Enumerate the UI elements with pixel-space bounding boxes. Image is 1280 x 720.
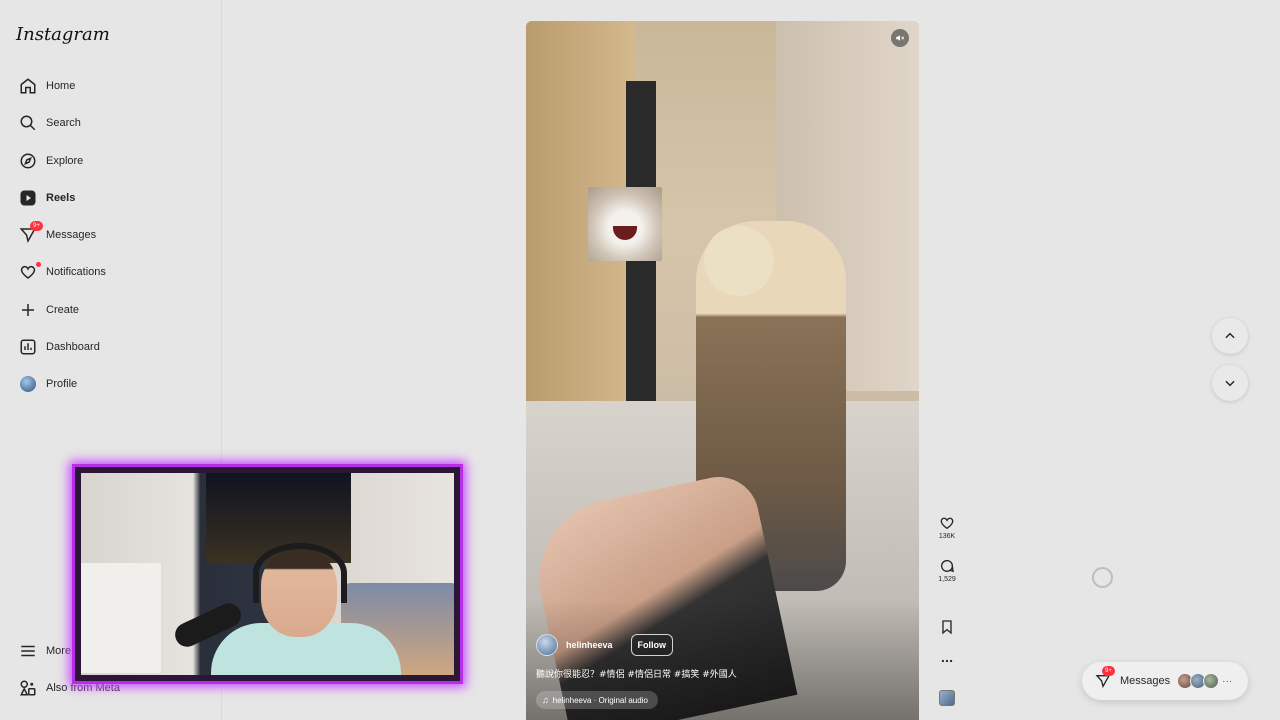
home-icon (12, 70, 44, 102)
comment-action[interactable]: 1,529 (932, 558, 962, 583)
messages-more: ··· (1222, 675, 1233, 687)
sidebar-item-search[interactable]: Search (8, 107, 214, 139)
sidebar-item-create[interactable]: Create (8, 294, 214, 326)
sidebar-item-label: Home (46, 80, 76, 92)
sidebar-item-notifications[interactable]: Notifications (8, 256, 214, 288)
plus-icon (12, 294, 44, 326)
messages-pill[interactable]: 9+ Messages ··· (1082, 662, 1248, 700)
comment-icon (941, 560, 954, 573)
sidebar-item-label: Explore (46, 155, 84, 167)
heart-icon (940, 517, 954, 530)
instagram-logo[interactable]: Instagram (16, 24, 110, 45)
audio-label: helinheeva · Original audio (552, 695, 648, 705)
sidebar-item-label: Dashboard (46, 341, 100, 353)
reel-caption[interactable]: 聽說你很能忍？#情侶 #情侶日常 #搞笑 #外國人 (536, 667, 737, 680)
bookmark-icon (942, 620, 952, 635)
search-icon (12, 107, 44, 139)
reels-icon (12, 182, 44, 214)
heart-icon (12, 256, 44, 288)
save-action[interactable] (932, 619, 962, 635)
sidebar-item-dashboard[interactable]: Dashboard (8, 331, 214, 363)
comment-count: 1,529 (938, 576, 956, 583)
more-options-button[interactable] (932, 654, 962, 668)
chevron-up-icon (1225, 332, 1235, 339)
video-person-hair (704, 226, 774, 296)
sidebar-item-label: More (46, 645, 72, 657)
sidebar-item-reels[interactable]: Reels (8, 182, 214, 214)
cat-sticker (588, 187, 662, 261)
messages-badge: 9+ (30, 221, 43, 231)
compass-icon (12, 145, 44, 177)
sidebar-item-label: Create (46, 304, 80, 316)
headphones (253, 543, 347, 603)
sidebar-item-home[interactable]: Home (8, 70, 214, 102)
webcam-dresser (81, 563, 161, 673)
chevron-down-icon (1225, 380, 1235, 387)
meta-apps-icon (12, 672, 44, 704)
follow-button[interactable]: Follow (630, 634, 674, 656)
music-note-icon: ♫ (542, 695, 549, 705)
ellipsis-icon (941, 659, 953, 663)
sidebar-item-explore[interactable]: Explore (8, 145, 214, 177)
next-reel-button[interactable] (1212, 365, 1248, 401)
mute-button[interactable] (891, 29, 909, 47)
sidebar-item-label: Reels (46, 192, 76, 204)
dashboard-icon (12, 331, 44, 363)
avatar (12, 368, 44, 400)
author-avatar[interactable] (536, 634, 558, 656)
sidebar-item-label: Profile (46, 378, 78, 390)
like-action[interactable]: 136K (932, 515, 962, 540)
reel-video[interactable]: helinheeva Follow 聽說你很能忍？#情侶 #情侶日常 #搞笑 #… (526, 21, 919, 720)
reel-audio[interactable]: ♫ helinheeva · Original audio (536, 691, 658, 709)
notification-dot (36, 262, 41, 267)
webcam-feed (81, 473, 454, 675)
sidebar-item-label: Search (46, 117, 81, 129)
messages-avatars (1177, 673, 1220, 689)
messenger-icon: 9+ (1094, 666, 1115, 690)
sidebar-item-label: Messages (46, 229, 97, 241)
menu-icon (12, 635, 44, 667)
avatar (1203, 673, 1220, 689)
sidebar-item-label: Notifications (46, 266, 106, 278)
sidebar-item-profile[interactable]: Profile (8, 368, 214, 400)
webcam-overlay (72, 464, 463, 684)
loading-spinner (1092, 567, 1113, 588)
messages-pill-label: Messages (1120, 675, 1171, 687)
messenger-icon: 9+ (12, 219, 44, 251)
previous-reel-button[interactable] (1212, 318, 1248, 354)
reel-author: helinheeva Follow (536, 634, 674, 656)
messages-pill-badge: 9+ (1102, 666, 1115, 676)
like-count: 136K (938, 533, 956, 540)
author-username[interactable]: helinheeva (566, 640, 613, 650)
audio-thumbnail[interactable] (939, 690, 955, 706)
sidebar-item-messages[interactable]: 9+ Messages (8, 219, 214, 251)
speaker-muted-icon (896, 35, 905, 41)
